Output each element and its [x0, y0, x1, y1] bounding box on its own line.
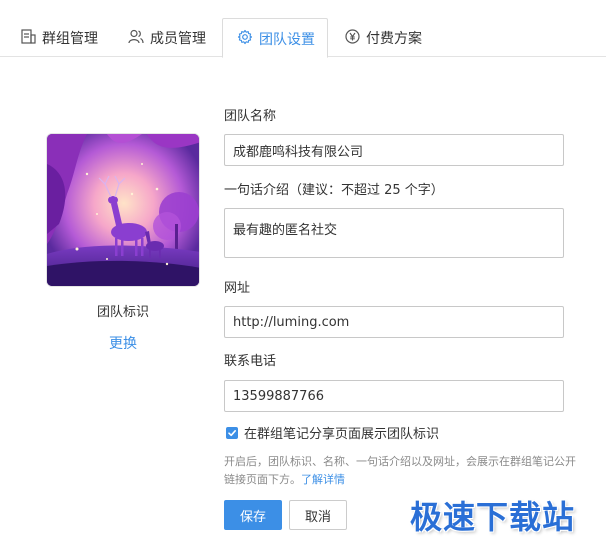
change-logo-link[interactable]: 更换: [46, 333, 200, 353]
intro-value: 最有趣的匿名社交: [233, 223, 338, 238]
group-doc-icon: [20, 28, 36, 44]
hint-body: 开启后，团队标识、名称、一句话介绍以及网址，会展示在群组笔记公开链接页面下方。: [224, 455, 576, 486]
watermark-logo: 极速下载站: [410, 498, 576, 536]
url-value: http://luming.com: [233, 314, 350, 330]
tab-pricing-plan[interactable]: 付费方案: [344, 18, 422, 57]
cancel-button[interactable]: 取消: [289, 500, 347, 530]
intro-textarea[interactable]: 最有趣的匿名社交: [224, 208, 564, 258]
intro-label: 一句话介绍（建议：不超过 25 个字）: [224, 183, 444, 198]
phone-input[interactable]: 13599887766: [224, 380, 564, 412]
tab-label: 付费方案: [366, 31, 422, 47]
yen-icon: [344, 28, 360, 44]
save-button[interactable]: 保存: [224, 500, 282, 530]
learn-more-link[interactable]: 了解详情: [301, 473, 345, 486]
tab-team-settings[interactable]: 团队设置: [222, 18, 328, 58]
show-logo-label: 在群组笔记分享页面展示团队标识: [244, 427, 440, 442]
show-logo-checkbox[interactable]: [226, 426, 238, 439]
url-label: 网址: [224, 281, 251, 296]
gear-icon: [237, 29, 253, 45]
tab-group-management[interactable]: 群组管理: [20, 18, 98, 57]
members-icon: [128, 28, 144, 44]
phone-value: 13599887766: [233, 388, 324, 404]
team-logo-caption: 团队标识: [96, 305, 149, 320]
tab-label: 成员管理: [150, 31, 206, 47]
deer-illustration: [47, 134, 199, 286]
team-name-input[interactable]: 成都鹿鸣科技有限公司: [224, 134, 564, 166]
tab-label: 群组管理: [42, 31, 98, 47]
url-input[interactable]: http://luming.com: [224, 306, 564, 338]
checkmark-icon: [228, 429, 236, 436]
team-logo-image: [46, 133, 200, 287]
tab-label: 团队设置: [259, 32, 315, 48]
team-name-value: 成都鹿鸣科技有限公司: [233, 144, 364, 160]
show-logo-option: 在群组笔记分享页面展示团队标识: [226, 423, 439, 442]
tab-bar: 群组管理 成员管理 团队设置 付费方案: [0, 0, 606, 58]
hint-text: 开启后，团队标识、名称、一句话介绍以及网址，会展示在群组笔记公开链接页面下方。了…: [224, 453, 579, 489]
team-name-label: 团队名称: [224, 109, 277, 124]
tab-member-management[interactable]: 成员管理: [128, 18, 206, 57]
phone-label: 联系电话: [224, 354, 277, 369]
